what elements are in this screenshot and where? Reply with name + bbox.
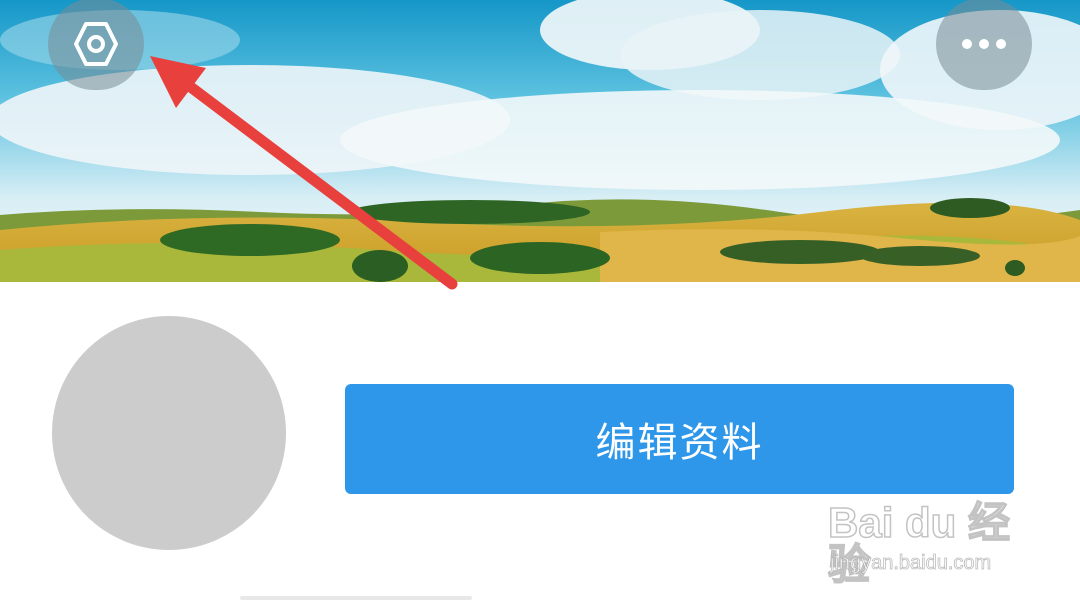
settings-button[interactable]: [48, 0, 144, 90]
landscape-scene: [0, 0, 1080, 282]
watermark-brand: Bai du 经验: [827, 499, 1011, 588]
profile-cover-image: [0, 0, 1080, 282]
watermark-url: jingyan.baidu.com: [830, 552, 992, 575]
more-dots-icon: [962, 39, 1006, 49]
baidu-jingyan-watermark: Bai du 经验 jingyan.baidu.com: [827, 484, 1028, 588]
more-button[interactable]: [936, 0, 1032, 90]
edit-profile-button[interactable]: 编辑资料: [345, 384, 1014, 494]
settings-hexagon-icon: [74, 22, 118, 66]
avatar[interactable]: [52, 316, 286, 550]
divider: [240, 596, 472, 600]
